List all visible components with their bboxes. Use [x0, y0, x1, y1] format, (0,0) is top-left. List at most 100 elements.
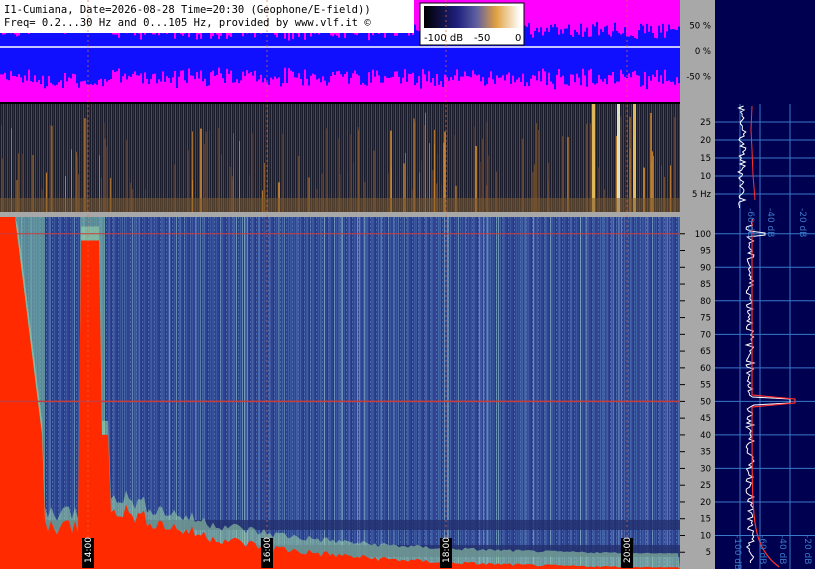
main-streak — [639, 217, 640, 569]
main-streak — [489, 217, 490, 569]
main-streak — [296, 217, 297, 569]
waveform-sample — [146, 27, 148, 79]
main-tick-label: 25 — [700, 481, 711, 491]
waveform-sample — [664, 37, 666, 70]
main-streak — [571, 217, 572, 569]
waveform-sample — [136, 27, 138, 76]
waveform-sample — [282, 29, 284, 84]
waveform-sample — [656, 38, 658, 71]
main-streak — [284, 217, 285, 569]
waveform-sample — [38, 29, 40, 80]
waveform-sample — [542, 35, 544, 69]
waveform-sample — [10, 33, 12, 72]
waveform-sample — [642, 25, 644, 86]
main-streak — [310, 217, 311, 569]
waveform-sample — [594, 26, 596, 85]
waveform-sample — [288, 40, 290, 69]
main-tick-label: 75 — [700, 314, 711, 324]
low-tick-label: 20 — [700, 136, 711, 146]
main-streak — [490, 217, 491, 569]
waveform-sample — [414, 24, 416, 86]
waveform-sample — [638, 30, 640, 76]
main-streak — [213, 217, 214, 569]
waveform-sample — [154, 34, 156, 74]
waveform-sample — [186, 25, 188, 83]
waveform-sample — [388, 31, 390, 79]
main-streak — [367, 217, 368, 569]
main-streak — [602, 217, 603, 569]
time-label: 18:00 — [442, 537, 452, 563]
main-streak — [587, 217, 588, 569]
waveform-sample — [200, 38, 202, 71]
waveform-sample — [570, 34, 572, 75]
main-streak — [607, 217, 608, 569]
low-freq-spectrogram — [0, 104, 680, 212]
main-streak — [570, 217, 571, 569]
main-streak — [527, 217, 528, 569]
main-streak — [479, 217, 480, 569]
waveform-sample — [50, 26, 52, 83]
waveform-sample — [54, 30, 56, 86]
main-streak — [484, 217, 485, 569]
waveform-sample — [168, 31, 170, 78]
waveform-sample — [604, 26, 606, 79]
waveform-sample — [278, 30, 280, 78]
side-top-label: -20 dB — [797, 208, 807, 237]
main-streak — [500, 217, 501, 569]
main-streak — [652, 217, 653, 569]
waveform-sample — [650, 26, 652, 81]
main-streak — [236, 217, 237, 569]
waveform-sample — [214, 30, 216, 77]
waveform-sample — [2, 34, 4, 75]
waveform-sample — [162, 33, 164, 72]
main-tick-label: 95 — [700, 247, 711, 257]
low-streak-bright — [592, 104, 595, 212]
main-tick-label: 40 — [700, 431, 711, 441]
main-streak — [448, 217, 449, 569]
waveform-sample — [202, 30, 204, 82]
waveform-sample — [150, 29, 152, 80]
waveform-sample — [606, 25, 608, 85]
main-streak — [465, 217, 466, 569]
main-streak — [503, 217, 504, 569]
main-streak — [253, 217, 254, 569]
waveform-sample — [20, 29, 22, 78]
waveform-sample — [402, 26, 404, 78]
legend-label-mid: -50 — [474, 33, 490, 44]
waveform-sample — [254, 37, 256, 71]
waveform-sample — [156, 25, 158, 84]
waveform-sample — [166, 33, 168, 77]
main-streak — [643, 217, 644, 569]
waveform-sample — [18, 35, 20, 75]
main-streak — [349, 217, 350, 569]
main-streak — [419, 217, 420, 569]
main-streak — [550, 217, 551, 569]
waveform-sample — [198, 34, 200, 79]
waveform-sample — [356, 35, 358, 75]
waveform-sample — [236, 27, 238, 80]
main-streak — [313, 217, 314, 569]
waveform-sample — [188, 37, 190, 69]
waveform-sample — [396, 35, 398, 72]
low-tick-label: 5 Hz — [692, 190, 712, 200]
waveform-sample — [110, 28, 112, 80]
waveform-sample — [90, 28, 92, 85]
main-streak — [380, 217, 381, 569]
waveform-sample — [138, 33, 140, 76]
waveform-sample — [148, 26, 150, 84]
waveform-sample — [562, 33, 564, 76]
waveform-sample — [36, 26, 38, 83]
main-streak — [290, 217, 291, 569]
waveform-sample — [600, 29, 602, 80]
low-streak — [674, 117, 676, 212]
low-tick-label: 25 — [700, 118, 711, 128]
main-streak — [342, 217, 343, 569]
low-streak — [413, 118, 415, 212]
main-streak — [378, 217, 379, 569]
waveform-sample — [64, 33, 66, 73]
main-streak — [221, 217, 222, 569]
main-streak — [234, 217, 235, 569]
side-bottom-label: -40 dB — [777, 535, 787, 564]
waveform-sample — [0, 30, 2, 75]
waveform-sample — [616, 30, 618, 82]
